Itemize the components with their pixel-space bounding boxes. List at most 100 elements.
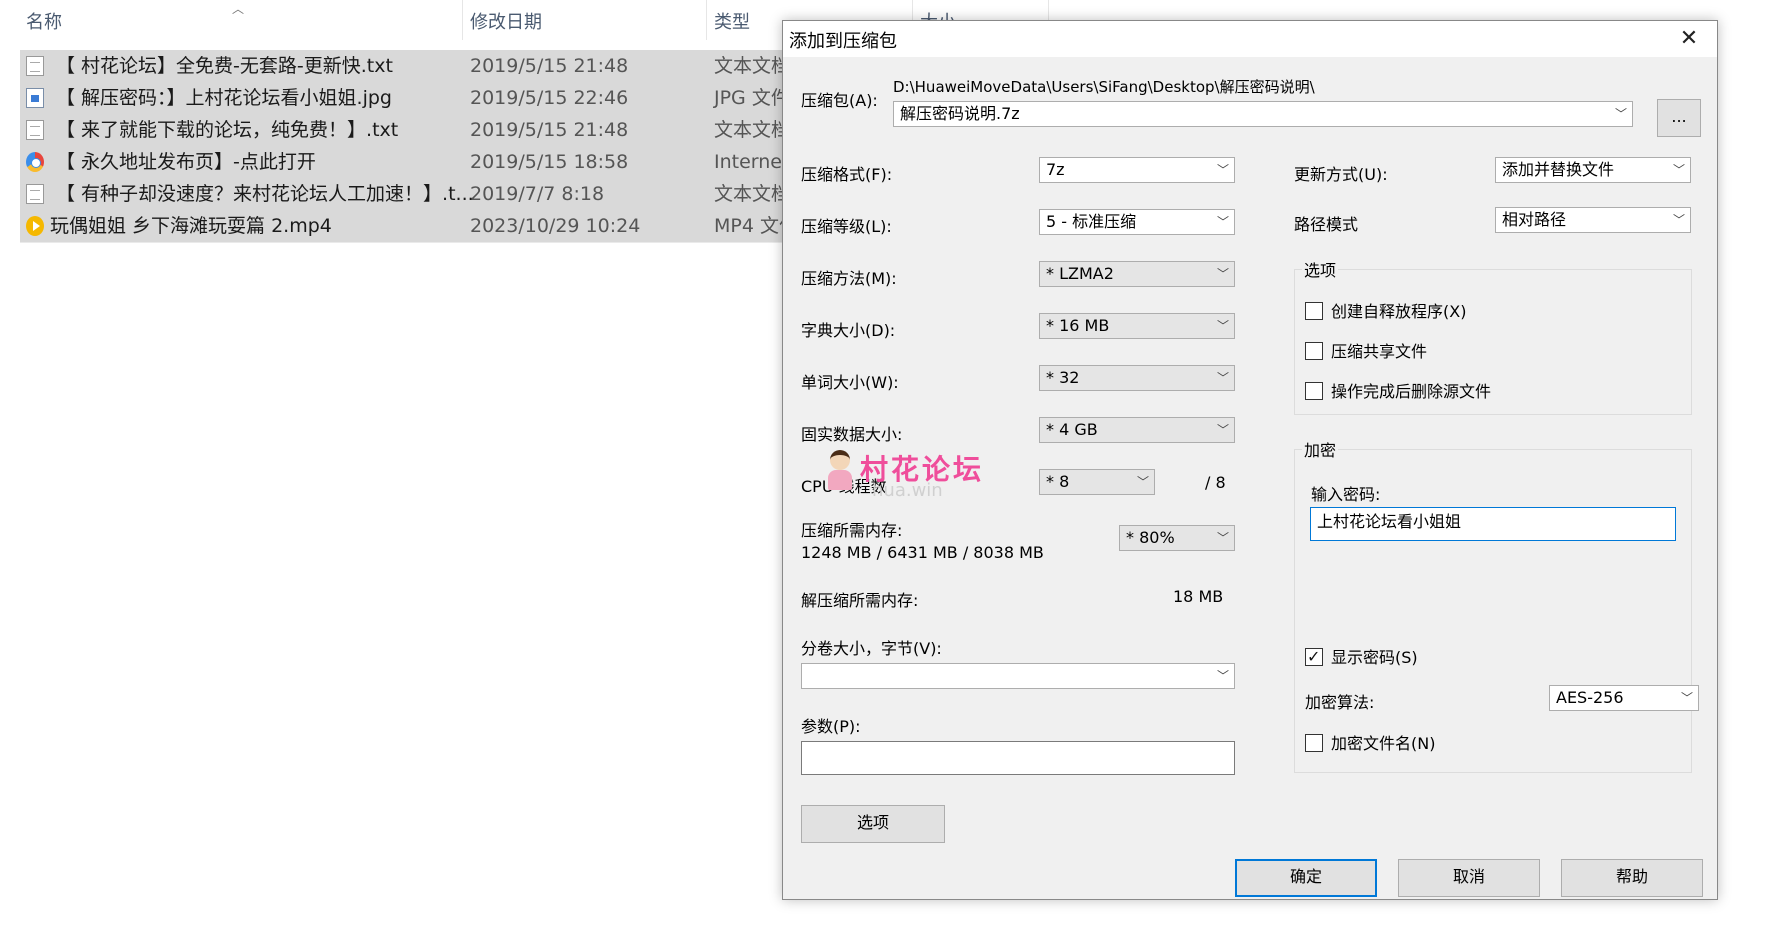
checkbox-unchecked-icon bbox=[1305, 734, 1323, 752]
chevron-down-icon[interactable]: ﹀ bbox=[1610, 102, 1632, 126]
help-button[interactable]: 帮助 bbox=[1561, 859, 1703, 897]
chevron-down-icon[interactable]: ﹀ bbox=[1668, 208, 1690, 232]
file-row[interactable]: 【 有种子却没速度？来村花论坛人工加速！】.t... 2019/7/7 8:18… bbox=[20, 178, 790, 211]
format-label: 压缩格式(F): bbox=[801, 165, 893, 184]
chevron-down-icon[interactable]: ﹀ bbox=[1212, 158, 1234, 182]
options-button[interactable]: 选项 bbox=[801, 805, 945, 843]
text-file-icon bbox=[26, 56, 44, 76]
path-mode-label: 路径模式 bbox=[1294, 215, 1359, 234]
sort-ascending-icon: ︿ bbox=[232, 2, 245, 16]
solid-value: * 4 GB bbox=[1046, 420, 1098, 439]
file-row[interactable]: 玩偶姐姐 乡下海滩玩耍篇 2.mp4 2023/10/29 10:24 MP4 … bbox=[20, 210, 798, 243]
column-name[interactable]: 名称 bbox=[26, 8, 62, 34]
format-select[interactable]: 7z ﹀ bbox=[1039, 157, 1235, 183]
archive-name-value: 解压密码说明.7z bbox=[900, 104, 1020, 123]
file-row[interactable]: 【 来了就能下载的论坛，纯免费！】.txt 2019/5/15 21:48 文本… bbox=[20, 114, 790, 147]
file-row[interactable]: 【 村花论坛】全免费-无套路-更新快.txt 2019/5/15 21:48 文… bbox=[20, 50, 790, 83]
encrypt-filenames-label: 加密文件名(N) bbox=[1331, 734, 1436, 753]
method-select[interactable]: * LZMA2 ﹀ bbox=[1039, 261, 1235, 287]
chevron-down-icon[interactable]: ﹀ bbox=[1212, 418, 1234, 442]
column-date[interactable]: 修改日期 bbox=[470, 8, 542, 34]
file-type: Internet bbox=[714, 151, 790, 173]
path-mode-select[interactable]: 相对路径 ﹀ bbox=[1495, 207, 1691, 233]
dialog-titlebar[interactable]: 添加到压缩包 ✕ bbox=[783, 21, 1717, 57]
mem-comp-value: 1248 MB / 6431 MB / 8038 MB bbox=[801, 543, 1044, 562]
file-type: 文本文档 bbox=[714, 183, 791, 205]
chevron-down-icon[interactable]: ﹀ bbox=[1212, 664, 1234, 688]
checkbox-unchecked-icon bbox=[1305, 302, 1323, 320]
chevron-down-icon[interactable]: ﹀ bbox=[1676, 686, 1698, 710]
dict-select[interactable]: * 16 MB ﹀ bbox=[1039, 313, 1235, 339]
file-date: 2019/7/7 8:18 bbox=[470, 183, 605, 205]
dialog-title: 添加到压缩包 bbox=[789, 31, 897, 52]
mascot-icon bbox=[826, 450, 854, 490]
solid-label: 固实数据大小: bbox=[801, 425, 903, 444]
split-combo[interactable]: ﹀ bbox=[801, 663, 1235, 689]
chevron-down-icon[interactable]: ﹀ bbox=[1212, 526, 1234, 550]
file-type: 文本文档 bbox=[714, 55, 791, 77]
chevron-down-icon[interactable]: ﹀ bbox=[1668, 158, 1690, 182]
column-divider[interactable] bbox=[462, 0, 463, 40]
dict-label: 字典大小(D): bbox=[801, 321, 896, 340]
cpu-value: * 8 bbox=[1046, 472, 1070, 491]
chevron-down-icon[interactable]: ﹀ bbox=[1212, 262, 1234, 286]
word-value: * 32 bbox=[1046, 368, 1080, 387]
shared-files-checkbox[interactable]: 压缩共享文件 bbox=[1305, 341, 1427, 363]
chevron-down-icon[interactable]: ﹀ bbox=[1212, 210, 1234, 234]
file-name: 【 永久地址发布页】-点此打开 bbox=[56, 151, 316, 173]
update-select[interactable]: 添加并替换文件 ﹀ bbox=[1495, 157, 1691, 183]
checkbox-unchecked-icon bbox=[1305, 382, 1323, 400]
watermark-url: hua.win bbox=[872, 480, 943, 501]
cpu-select[interactable]: * 8 ﹀ bbox=[1039, 469, 1155, 495]
browse-button[interactable]: ... bbox=[1657, 99, 1701, 137]
checkbox-unchecked-icon bbox=[1305, 342, 1323, 360]
update-label: 更新方式(U): bbox=[1294, 165, 1388, 184]
file-date: 2019/5/15 18:58 bbox=[470, 151, 629, 173]
cancel-button[interactable]: 取消 bbox=[1398, 859, 1540, 897]
level-label: 压缩等级(L): bbox=[801, 217, 892, 236]
params-label: 参数(P): bbox=[801, 717, 861, 736]
sfx-label: 创建自释放程序(X) bbox=[1331, 302, 1467, 321]
cpu-max: / 8 bbox=[1205, 473, 1226, 492]
params-input[interactable] bbox=[801, 741, 1235, 775]
shared-files-label: 压缩共享文件 bbox=[1331, 342, 1428, 361]
dict-value: * 16 MB bbox=[1046, 316, 1110, 335]
chevron-down-icon[interactable]: ﹀ bbox=[1132, 470, 1154, 494]
file-name: 【 村花论坛】全免费-无套路-更新快.txt bbox=[56, 55, 393, 77]
password-input[interactable]: 上村花论坛看小姐姐 bbox=[1310, 507, 1676, 541]
chevron-down-icon[interactable]: ﹀ bbox=[1212, 314, 1234, 338]
options-group-title: 选项 bbox=[1302, 257, 1339, 281]
sfx-checkbox[interactable]: 创建自释放程序(X) bbox=[1305, 301, 1466, 323]
chevron-down-icon[interactable]: ﹀ bbox=[1212, 366, 1234, 390]
mem-percent-select[interactable]: * 80% ﹀ bbox=[1119, 525, 1235, 551]
file-type: JPG 文件 bbox=[714, 87, 790, 109]
encrypt-filenames-checkbox[interactable]: 加密文件名(N) bbox=[1305, 733, 1435, 755]
solid-select[interactable]: * 4 GB ﹀ bbox=[1039, 417, 1235, 443]
file-date: 2023/10/29 10:24 bbox=[470, 215, 641, 237]
format-value: 7z bbox=[1046, 160, 1065, 179]
ok-button[interactable]: 确定 bbox=[1235, 859, 1377, 897]
file-name: 玩偶姐姐 乡下海滩玩耍篇 2.mp4 bbox=[50, 215, 332, 237]
file-row[interactable]: 【 解压密码：】上村花论坛看小姐姐.jpg 2019/5/15 22:46 JP… bbox=[20, 82, 790, 115]
archive-label: 压缩包(A): bbox=[801, 91, 878, 110]
word-select[interactable]: * 32 ﹀ bbox=[1039, 365, 1235, 391]
archive-name-combo[interactable]: 解压密码说明.7z ﹀ bbox=[893, 101, 1633, 127]
show-password-label: 显示密码(S) bbox=[1331, 648, 1418, 667]
file-date: 2019/5/15 21:48 bbox=[470, 119, 629, 141]
text-file-icon bbox=[26, 184, 44, 204]
mem-decomp-value: 18 MB bbox=[1173, 587, 1224, 606]
video-file-icon bbox=[26, 216, 44, 236]
file-date: 2019/5/15 21:48 bbox=[470, 55, 629, 77]
text-file-icon bbox=[26, 120, 44, 140]
enc-method-select[interactable]: AES-256 ﹀ bbox=[1549, 685, 1699, 711]
delete-source-label: 操作完成后删除源文件 bbox=[1331, 382, 1492, 401]
close-icon[interactable]: ✕ bbox=[1671, 23, 1707, 55]
forum-watermark: 村花论坛 hua.win bbox=[826, 448, 1006, 504]
show-password-checkbox[interactable]: 显示密码(S) bbox=[1305, 646, 1418, 669]
column-type[interactable]: 类型 bbox=[714, 8, 750, 34]
browser-shortcut-icon bbox=[26, 152, 44, 172]
column-divider[interactable] bbox=[706, 0, 707, 40]
file-row[interactable]: 【 永久地址发布页】-点此打开 2019/5/15 18:58 Internet bbox=[20, 146, 790, 179]
level-select[interactable]: 5 - 标准压缩 ﹀ bbox=[1039, 209, 1235, 235]
delete-source-checkbox[interactable]: 操作完成后删除源文件 bbox=[1305, 381, 1491, 403]
